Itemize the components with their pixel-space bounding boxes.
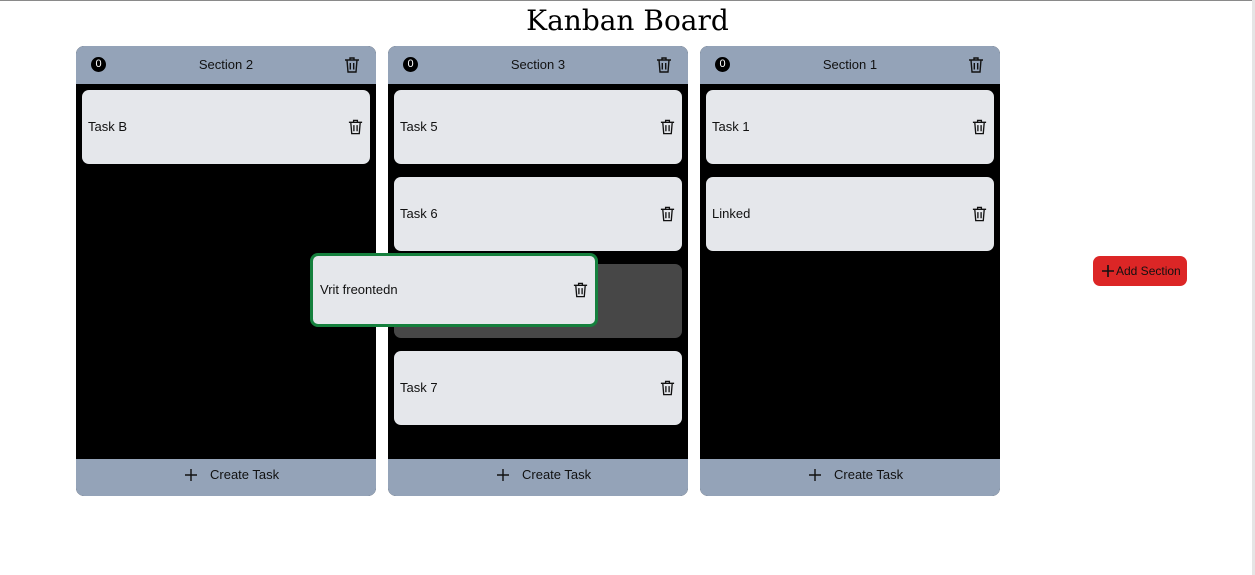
plus-icon xyxy=(184,468,198,482)
plus-icon xyxy=(1101,264,1115,278)
task-label: Task 6 xyxy=(400,206,438,221)
dragged-task-card[interactable]: Vrit freontedn xyxy=(310,253,598,327)
task-card[interactable]: Task 1 xyxy=(706,90,994,164)
trash-icon[interactable] xyxy=(659,205,676,223)
trash-icon[interactable] xyxy=(343,56,361,74)
task-label: Task 1 xyxy=(712,119,750,134)
trash-icon[interactable] xyxy=(967,56,985,74)
task-label: Task B xyxy=(88,119,128,134)
section-title[interactable]: Section 3 xyxy=(388,46,688,84)
add-section-label: Add Section xyxy=(1116,264,1181,278)
trash-icon[interactable] xyxy=(347,118,364,136)
task-card[interactable]: Task 5 xyxy=(394,90,682,164)
plus-icon xyxy=(496,468,510,482)
task-label: Vrit freontedn xyxy=(320,282,398,297)
task-label: Task 7 xyxy=(400,380,438,395)
trash-icon[interactable] xyxy=(971,205,988,223)
plus-icon xyxy=(808,468,822,482)
section-header: 0 Section 2 xyxy=(76,46,376,84)
page-title: Kanban Board xyxy=(526,4,729,37)
create-task-label: Create Task xyxy=(210,467,280,482)
section-title[interactable]: Section 2 xyxy=(76,46,376,84)
task-card[interactable]: Task 7 xyxy=(394,351,682,425)
section-title[interactable]: Section 1 xyxy=(700,46,1000,84)
create-task-button[interactable]: Create Task xyxy=(700,459,1000,496)
create-task-label: Create Task xyxy=(834,467,904,482)
trash-icon[interactable] xyxy=(659,379,676,397)
create-task-label: Create Task xyxy=(522,467,592,482)
task-label: Task 5 xyxy=(400,119,438,134)
add-section-button[interactable]: Add Section xyxy=(1093,256,1187,286)
section-column: 0 Section 1 Task 1 Linked Create Task xyxy=(700,46,1000,496)
trash-icon[interactable] xyxy=(971,118,988,136)
create-task-button[interactable]: Create Task xyxy=(388,459,688,496)
trash-icon[interactable] xyxy=(655,56,673,74)
task-label: Linked xyxy=(712,206,751,221)
trash-icon[interactable] xyxy=(659,118,676,136)
task-card[interactable]: Task 6 xyxy=(394,177,682,251)
task-card[interactable]: Task B xyxy=(82,90,370,164)
create-task-button[interactable]: Create Task xyxy=(76,459,376,496)
task-card[interactable]: Linked xyxy=(706,177,994,251)
section-header: 0 Section 3 xyxy=(388,46,688,84)
top-border xyxy=(0,0,1255,1)
section-header: 0 Section 1 xyxy=(700,46,1000,84)
trash-icon[interactable] xyxy=(572,281,589,299)
